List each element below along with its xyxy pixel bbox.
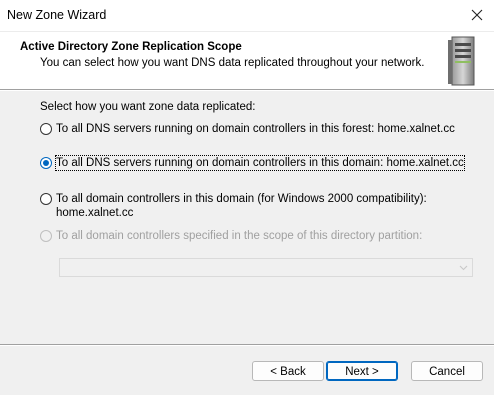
option-domain-controllers-label: To all domain controllers in this domain…: [56, 193, 427, 205]
chevron-down-icon: [459, 265, 468, 271]
radio-domain-dns[interactable]: [40, 157, 52, 169]
replication-prompt: Select how you want zone data replicated…: [40, 101, 256, 113]
close-button[interactable]: [460, 0, 494, 31]
server-icon: [448, 36, 475, 86]
option-directory-partition[interactable]: To all domain controllers specified in t…: [40, 229, 422, 243]
window-title: New Zone Wizard: [7, 8, 107, 22]
close-icon: [471, 9, 483, 21]
footer-divider-highlight: [0, 345, 494, 346]
option-directory-partition-label: To all domain controllers specified in t…: [56, 230, 423, 242]
option-domain-dns[interactable]: To all DNS servers running on domain con…: [40, 155, 465, 171]
option-domain-controllers-text: To all domain controllers in this domain…: [56, 192, 427, 220]
radio-directory-partition[interactable]: [40, 230, 52, 242]
title-bar: New Zone Wizard: [0, 0, 494, 32]
divider: [0, 90, 494, 91]
page-title: Active Directory Zone Replication Scope: [20, 41, 242, 53]
cancel-button[interactable]: Cancel: [411, 361, 483, 381]
radio-forest[interactable]: [40, 123, 52, 135]
back-button[interactable]: < Back: [252, 361, 324, 381]
option-domain-controllers-domain: home.xalnet.cc: [56, 207, 134, 219]
option-forest[interactable]: To all DNS servers running on domain con…: [40, 122, 455, 136]
next-button[interactable]: Next >: [326, 361, 398, 381]
partition-select[interactable]: [59, 258, 473, 277]
radio-domain-controllers[interactable]: [40, 193, 52, 205]
option-forest-label: To all DNS servers running on domain con…: [56, 123, 455, 135]
page-subtitle: You can select how you want DNS data rep…: [40, 57, 425, 69]
wizard-header: Active Directory Zone Replication Scope …: [0, 32, 494, 90]
option-domain-controllers[interactable]: To all domain controllers in this domain…: [40, 192, 427, 220]
option-domain-dns-label: To all DNS servers running on domain con…: [55, 155, 465, 171]
